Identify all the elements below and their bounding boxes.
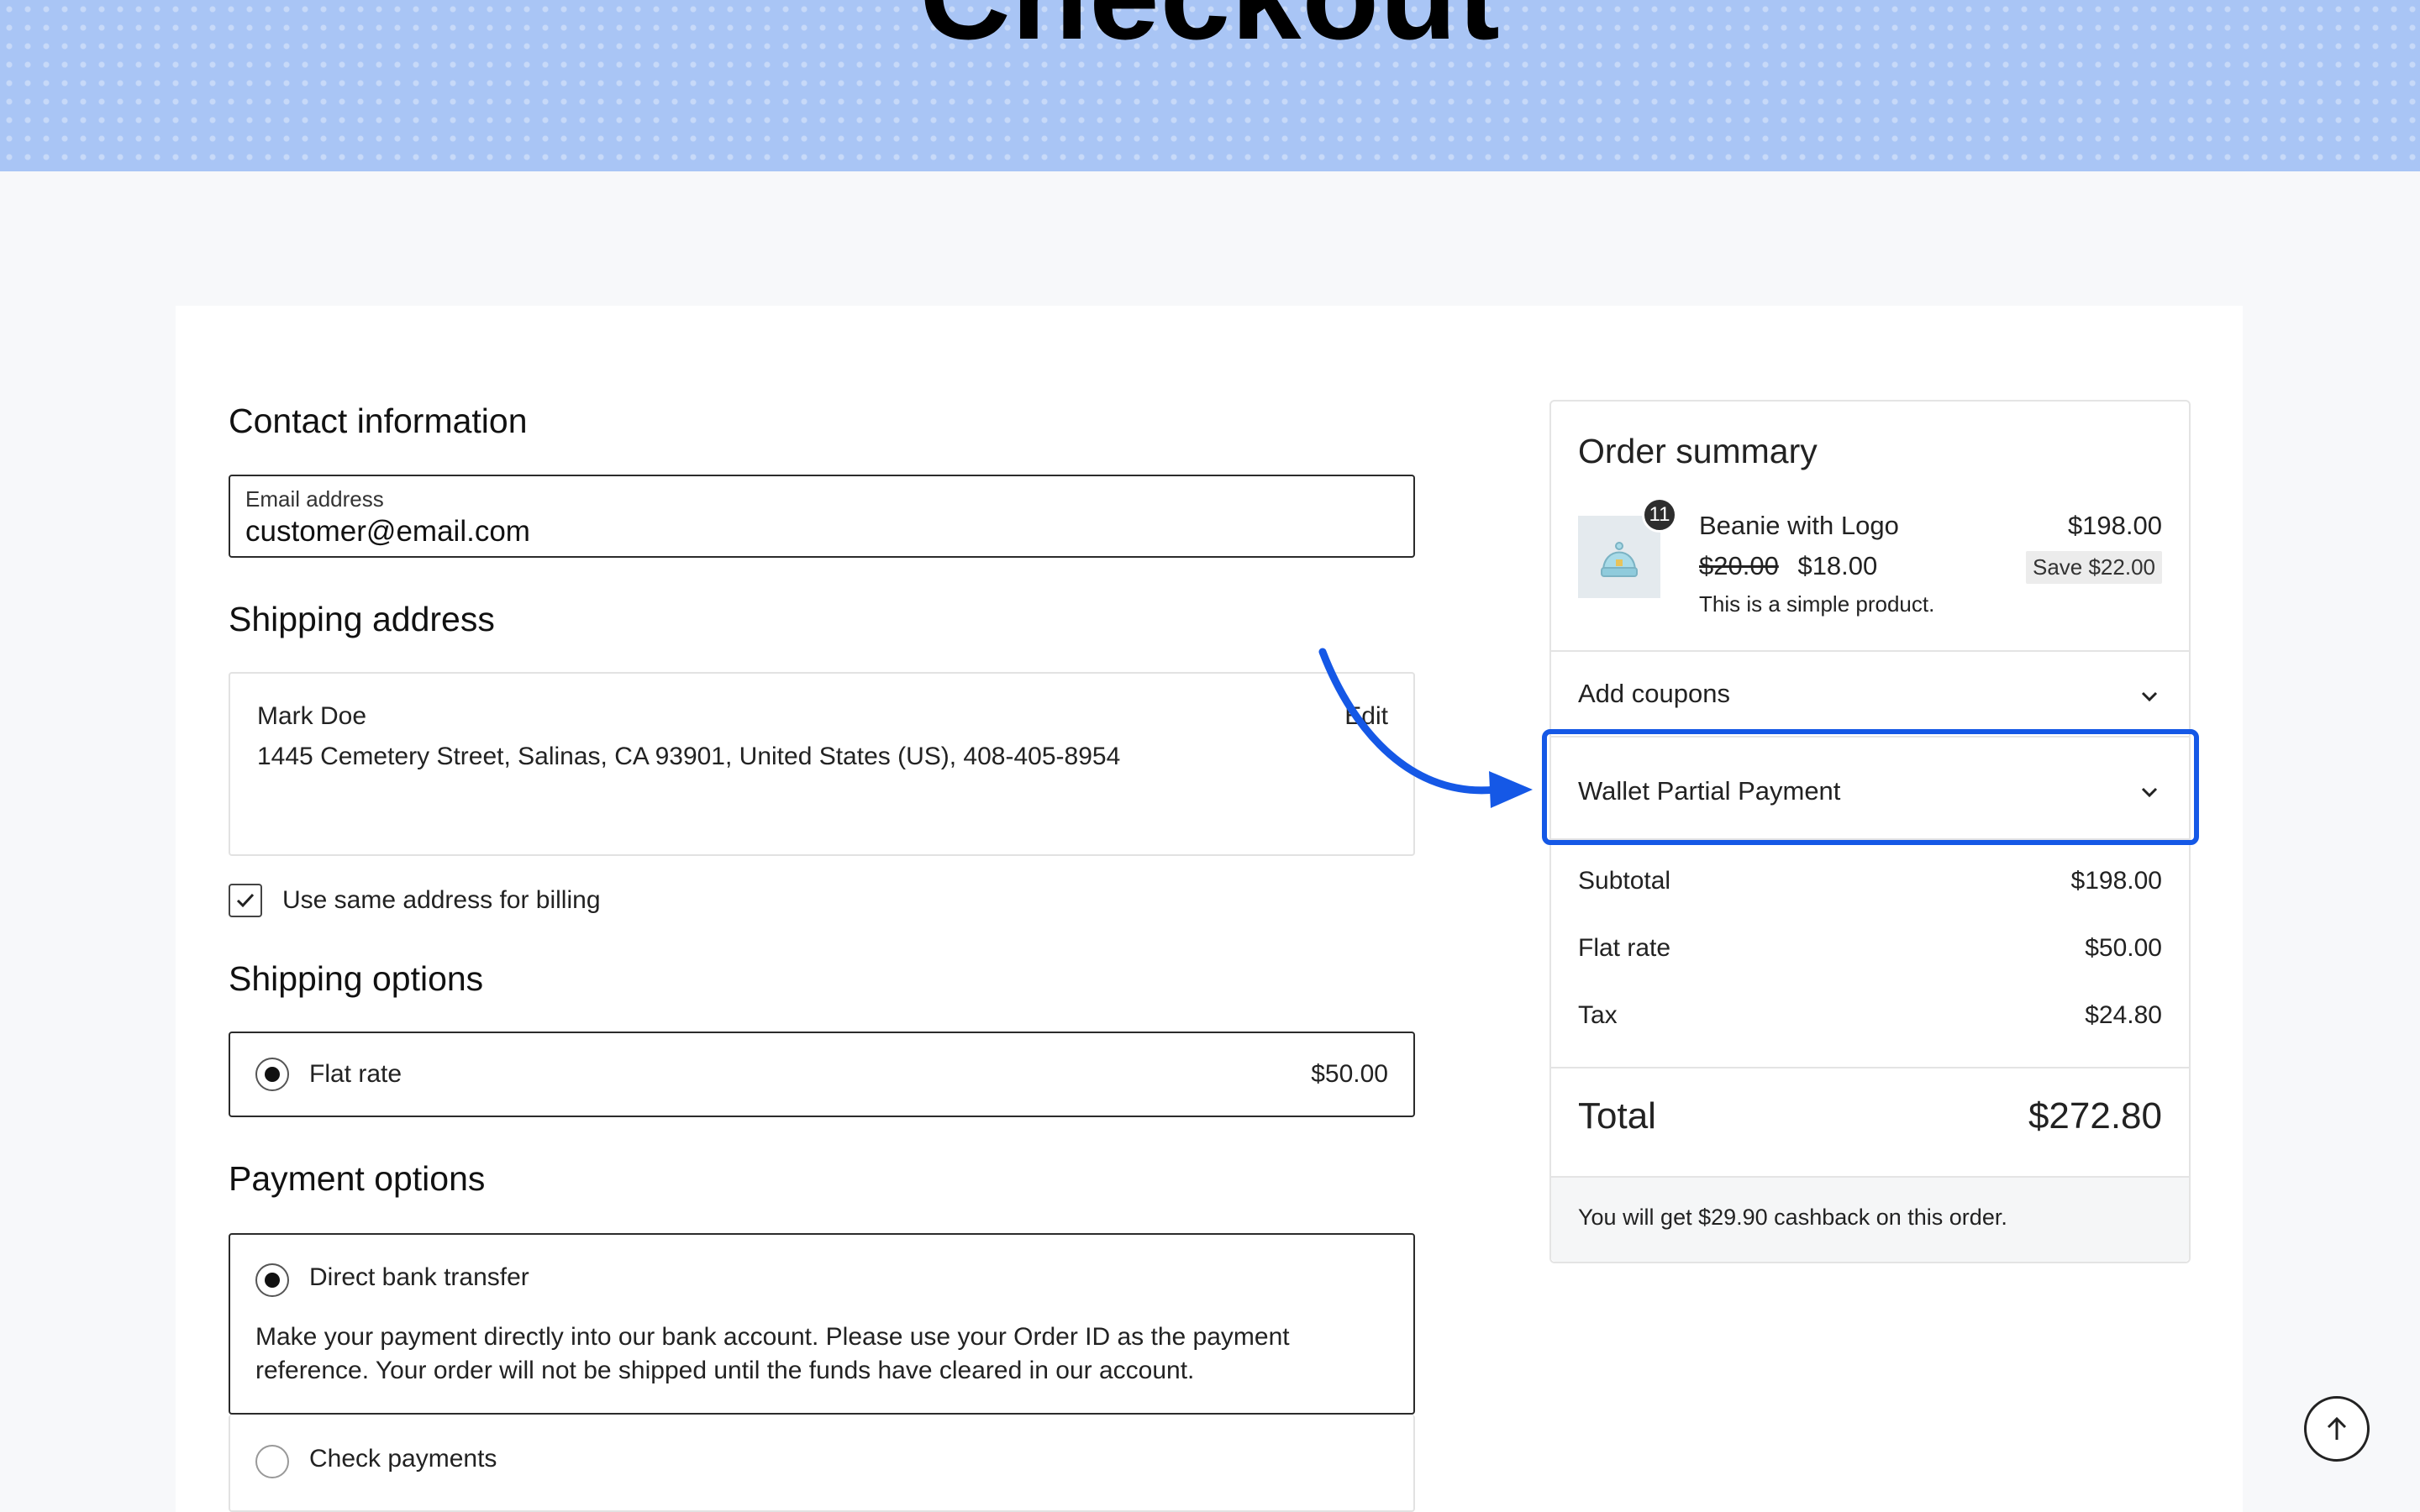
chevron-down-icon [2141, 787, 2158, 798]
hero-banner: Checkout [0, 0, 2420, 171]
subtotal-row: Subtotal $198.00 [1578, 867, 2162, 895]
bank-transfer-radio[interactable] [255, 1263, 289, 1297]
payment-option-bank-transfer[interactable]: Direct bank transfer Make your payment d… [229, 1233, 1415, 1415]
product-prices: $20.00 $18.00 [1699, 551, 1877, 581]
product-sale-price: $18.00 [1797, 551, 1878, 580]
shipping-total-label: Flat rate [1578, 934, 1671, 962]
email-label: Email address [245, 486, 384, 512]
arrow-up-icon [2327, 1416, 2347, 1440]
wallet-partial-payment-toggle[interactable]: Wallet Partial Payment [1578, 776, 2162, 806]
payment-option-check[interactable]: Check payments [229, 1415, 1415, 1512]
subtotal-value: $198.00 [2070, 867, 2162, 895]
shipping-address-card: Mark Doe 1445 Cemetery Street, Salinas, … [229, 672, 1415, 856]
check-payments-label: Check payments [309, 1445, 497, 1473]
same-billing-checkbox[interactable] [229, 884, 262, 917]
order-summary-title: Order summary [1578, 432, 1818, 470]
product-description: This is a simple product. [1699, 591, 1935, 617]
shipping-option-label: Flat rate [309, 1060, 402, 1088]
tax-row: Tax $24.80 [1578, 1001, 2162, 1030]
same-billing-row[interactable]: Use same address for billing [229, 883, 601, 918]
scroll-to-top-button[interactable] [2304, 1396, 2370, 1462]
email-field[interactable]: Email address customer@email.com [229, 475, 1415, 558]
bank-transfer-label: Direct bank transfer [309, 1263, 529, 1291]
shipping-option-price: $50.00 [1311, 1060, 1388, 1088]
total-value: $272.80 [2028, 1095, 2162, 1137]
chevron-down-icon [2141, 691, 2158, 702]
subtotal-label: Subtotal [1578, 867, 1671, 895]
product-line-total: $198.00 [2067, 511, 2162, 540]
cashback-notice: You will get $29.90 cashback on this ord… [1551, 1176, 2189, 1262]
shipping-options-heading: Shipping options [229, 959, 484, 998]
check-payments-radio[interactable] [255, 1445, 289, 1478]
contact-heading: Contact information [229, 402, 528, 440]
product-name: Beanie with Logo [1699, 511, 1899, 540]
divider [1551, 736, 2189, 738]
bank-transfer-description: Make your payment directly into our bank… [255, 1323, 1290, 1384]
shipping-address-heading: Shipping address [229, 600, 495, 638]
page-title: Checkout [0, 0, 2420, 68]
wallet-partial-payment-label: Wallet Partial Payment [1578, 776, 1841, 806]
check-icon [236, 893, 255, 908]
tax-value: $24.80 [2085, 1001, 2162, 1029]
address-name: Mark Doe [257, 702, 367, 730]
add-coupons-toggle[interactable]: Add coupons [1578, 679, 2162, 709]
divider [1551, 650, 2189, 652]
quantity-badge: 11 [1642, 497, 1677, 533]
grand-total-row: Total $272.80 [1578, 1095, 2162, 1137]
divider [1551, 838, 2189, 840]
payment-options-heading: Payment options [229, 1159, 486, 1198]
annotation-arrow-icon [1318, 648, 1533, 808]
total-label: Total [1578, 1095, 1656, 1137]
add-coupons-label: Add coupons [1578, 679, 1730, 708]
product-original-price: $20.00 [1699, 551, 1779, 580]
shipping-total-value: $50.00 [2085, 934, 2162, 962]
email-value[interactable]: customer@email.com [245, 515, 530, 549]
flat-rate-radio[interactable] [255, 1058, 289, 1091]
beanie-icon [1601, 542, 1638, 577]
tax-label: Tax [1578, 1001, 1618, 1029]
same-billing-label: Use same address for billing [282, 886, 601, 914]
order-summary: Order summary 11 Beanie with Logo $20.00… [1549, 400, 2191, 1263]
divider [1551, 1067, 2189, 1068]
address-line: 1445 Cemetery Street, Salinas, CA 93901,… [257, 743, 1121, 770]
save-badge: Save $22.00 [2025, 551, 2162, 584]
shipping-option-flat-rate[interactable]: Flat rate $50.00 [229, 1032, 1415, 1117]
shipping-total-row: Flat rate $50.00 [1578, 934, 2162, 963]
cashback-text: You will get $29.90 cashback on this ord… [1578, 1205, 2007, 1230]
